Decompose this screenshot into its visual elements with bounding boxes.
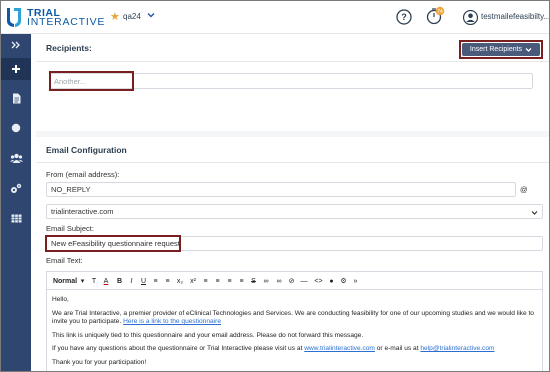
bullet-list-icon[interactable]: ≡ xyxy=(163,275,172,287)
user-name[interactable]: testmailefeasibilty... xyxy=(481,12,549,21)
website-link[interactable]: www.trialinteractive.com xyxy=(304,345,375,352)
logo[interactable]: TRIAL INTERACTIVE xyxy=(5,5,120,31)
recipients-section: Recipients: Insert Recipients Another... xyxy=(36,34,549,131)
format-chevron-icon[interactable]: ▾ xyxy=(80,275,85,287)
align-right-icon[interactable]: ≡ xyxy=(225,275,234,287)
timer-icon[interactable]: 74 xyxy=(425,6,445,26)
gears-icon xyxy=(11,183,22,193)
clear-format-icon[interactable]: ⊘ xyxy=(287,275,296,287)
email-config-title: Email Configuration xyxy=(46,145,127,155)
email-text-label: Email Text: xyxy=(46,256,83,265)
sidebar-item-settings[interactable] xyxy=(1,177,31,199)
font-color-button[interactable]: A xyxy=(101,275,111,287)
help-email-link[interactable]: help@trialinteractive.com xyxy=(420,345,494,352)
project-name[interactable]: qa24 xyxy=(123,12,141,21)
highlight-box xyxy=(45,235,181,252)
divider xyxy=(36,162,549,163)
sidebar-item-users[interactable] xyxy=(1,147,31,169)
contact-text-a: If you have any questions about the ques… xyxy=(52,345,303,353)
logo-mark-icon xyxy=(7,8,21,27)
document-icon xyxy=(12,93,20,103)
underline-button[interactable]: U xyxy=(139,275,148,287)
svg-text:?: ? xyxy=(401,12,407,22)
highlight-box xyxy=(49,71,134,91)
sidebar-item-reports[interactable] xyxy=(1,207,31,229)
circle-icon xyxy=(11,123,21,133)
top-bar: TRIAL INTERACTIVE ★ qa24 ? 74 testmailef… xyxy=(1,1,549,34)
user-avatar-icon[interactable] xyxy=(463,10,478,25)
align-left-icon[interactable]: ≡ xyxy=(201,275,210,287)
greeting: Hello, xyxy=(52,296,69,303)
contact-text-b: or e-mail us at xyxy=(376,345,419,353)
divider xyxy=(36,61,549,62)
superscript-button[interactable]: x² xyxy=(188,275,198,287)
horizontal-rule-icon[interactable]: — xyxy=(299,275,309,287)
link-icon[interactable]: ∞ xyxy=(261,275,271,287)
insert-recipients-button[interactable]: Insert Recipients xyxy=(462,43,540,56)
sidebar-item-status[interactable] xyxy=(1,117,31,139)
paragraph-intro: We are Trial Interactive, a premier prov… xyxy=(52,310,537,327)
double-chevron-right-icon xyxy=(11,41,20,49)
editor-toolbar: Normal ▾ T A B I U ≡ ≡ x₂ x² ≡ ≡ ≡ ≡ S ∞ xyxy=(47,272,542,290)
help-icon[interactable]: ? xyxy=(396,9,412,25)
chevron-down-icon xyxy=(531,211,538,215)
sidebar-item-add[interactable] xyxy=(1,58,31,80)
ordered-list-icon[interactable]: ≡ xyxy=(151,275,160,287)
strikethrough-button[interactable]: S xyxy=(249,275,258,287)
domain-select[interactable]: trialinteractive.com xyxy=(46,204,543,219)
app-window: TRIAL INTERACTIVE ★ qa24 ? 74 testmailef… xyxy=(0,0,550,372)
settings-icon[interactable]: ⚙ xyxy=(339,275,348,287)
paragraph-contact: If you have any questions about the ques… xyxy=(52,345,537,354)
main-content: Recipients: Insert Recipients Another...… xyxy=(36,34,549,371)
email-config-section: Email Configuration From (email address)… xyxy=(36,137,549,371)
align-center-icon[interactable]: ≡ xyxy=(213,275,222,287)
email-text-editor[interactable]: Normal ▾ T A B I U ≡ ≡ x₂ x² ≡ ≡ ≡ ≡ S ∞ xyxy=(46,271,543,371)
users-icon xyxy=(9,153,23,163)
table-icon xyxy=(11,214,21,222)
paragraph-thanks: Thank you for your participation! xyxy=(52,358,147,366)
bold-button[interactable]: B xyxy=(115,275,124,287)
logo-line2: INTERACTIVE xyxy=(27,16,106,28)
record-icon[interactable]: ● xyxy=(327,275,336,287)
timer-badge: 74 xyxy=(437,9,443,15)
align-justify-icon[interactable]: ≡ xyxy=(237,275,246,287)
email-body[interactable]: Hello, We are Trial Interactive, a premi… xyxy=(52,296,537,371)
chevron-down-icon[interactable] xyxy=(146,10,156,20)
domain-value: trialinteractive.com xyxy=(51,207,114,216)
unlink-icon[interactable]: ∞ xyxy=(274,275,284,287)
sidebar-toggle[interactable] xyxy=(1,34,31,56)
subject-label: Email Subject: xyxy=(46,224,94,233)
paragraph-notice: This link is uniquely tied to this quest… xyxy=(52,331,364,339)
sidebar xyxy=(1,34,31,371)
sidebar-item-documents[interactable] xyxy=(1,87,31,109)
more-icon[interactable]: » xyxy=(351,275,360,287)
recipients-title: Recipients: xyxy=(46,43,92,53)
favorite-star-icon[interactable]: ★ xyxy=(110,10,120,23)
subscript-button[interactable]: x₂ xyxy=(175,275,185,287)
at-sign: @ xyxy=(520,185,528,194)
format-select[interactable]: Normal xyxy=(52,275,78,287)
from-label: From (email address): xyxy=(46,170,120,179)
chevron-down-icon xyxy=(525,48,532,52)
logo-text: TRIAL INTERACTIVE xyxy=(27,8,106,28)
insert-recipients-label: Insert Recipients xyxy=(469,46,523,53)
from-email-input[interactable]: NO_REPLY xyxy=(46,182,516,197)
code-view-icon[interactable]: <> xyxy=(313,275,324,287)
plus-icon xyxy=(12,65,20,73)
font-size-button[interactable]: T xyxy=(89,275,99,287)
italic-button[interactable]: I xyxy=(127,275,136,287)
questionnaire-link[interactable]: Here is a link to the questionnaire xyxy=(123,318,221,325)
